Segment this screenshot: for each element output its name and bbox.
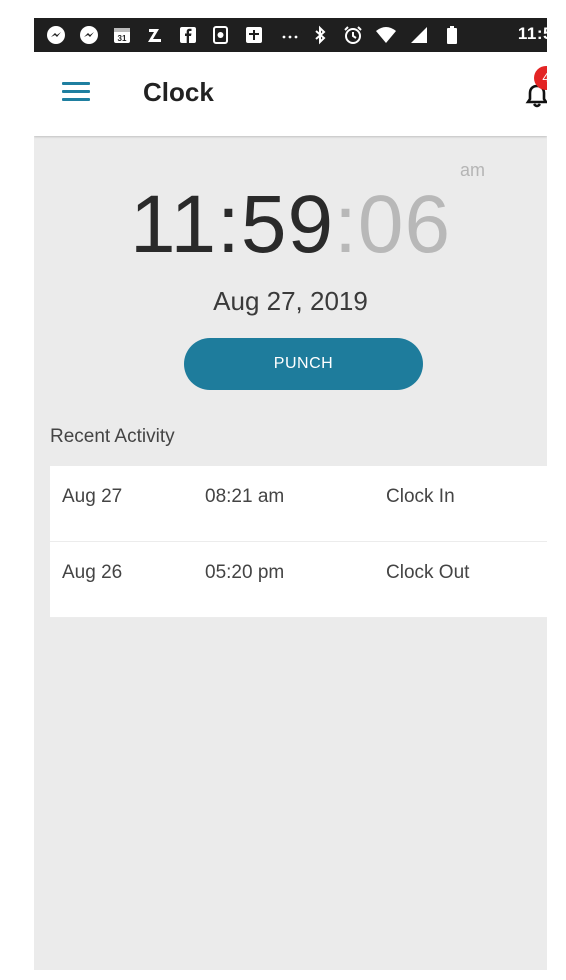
- recent-activity-title: Recent Activity: [50, 426, 175, 447]
- activity-time: 05:20 pm: [205, 562, 285, 583]
- app-icon: [144, 24, 166, 46]
- activity-time: 08:21 am: [205, 486, 285, 507]
- phone-screen: 31 11:5: [34, 18, 547, 970]
- app-icon: [210, 24, 232, 46]
- clock-seconds: :06: [334, 179, 452, 270]
- clock-hours-minutes: 11:59: [129, 179, 335, 270]
- status-time: 11:5: [517, 24, 547, 43]
- messenger-icon: [45, 24, 67, 46]
- activity-date: Aug 27: [62, 486, 123, 507]
- recent-activity-list: Aug 27 08:21 am Clock In Aug 26 05:20 pm…: [50, 466, 547, 618]
- facebook-icon: [177, 24, 199, 46]
- hamburger-icon: [62, 82, 90, 85]
- hamburger-icon: [62, 98, 90, 101]
- calendar-icon: 31: [111, 24, 133, 46]
- punch-button[interactable]: PUNCH: [184, 338, 423, 390]
- more-icon: [279, 24, 301, 46]
- menu-button[interactable]: [62, 82, 90, 104]
- activity-row[interactable]: Aug 27 08:21 am Clock In: [50, 466, 547, 542]
- activity-action: Clock In: [386, 486, 455, 507]
- wifi-icon: [375, 24, 397, 46]
- activity-date: Aug 26: [62, 562, 123, 583]
- app-bar: Clock 4: [34, 52, 547, 136]
- status-bar: 31 11:5: [34, 18, 547, 52]
- bluetooth-icon: [309, 24, 331, 46]
- clock-ampm: am: [460, 160, 486, 180]
- activity-action: Clock Out: [386, 562, 470, 583]
- messenger-icon: [78, 24, 100, 46]
- clock-display: 11:59:06: [34, 178, 547, 272]
- app-icon: [243, 24, 265, 46]
- signal-icon: [408, 24, 430, 46]
- battery-icon: [441, 24, 463, 46]
- alarm-icon: [342, 24, 364, 46]
- page-title: Clock: [143, 77, 214, 107]
- calendar-day: 31: [118, 34, 127, 43]
- clock-date: Aug 27, 2019: [213, 286, 368, 316]
- hamburger-icon: [62, 90, 90, 93]
- activity-row[interactable]: Aug 26 05:20 pm Clock Out: [50, 542, 547, 618]
